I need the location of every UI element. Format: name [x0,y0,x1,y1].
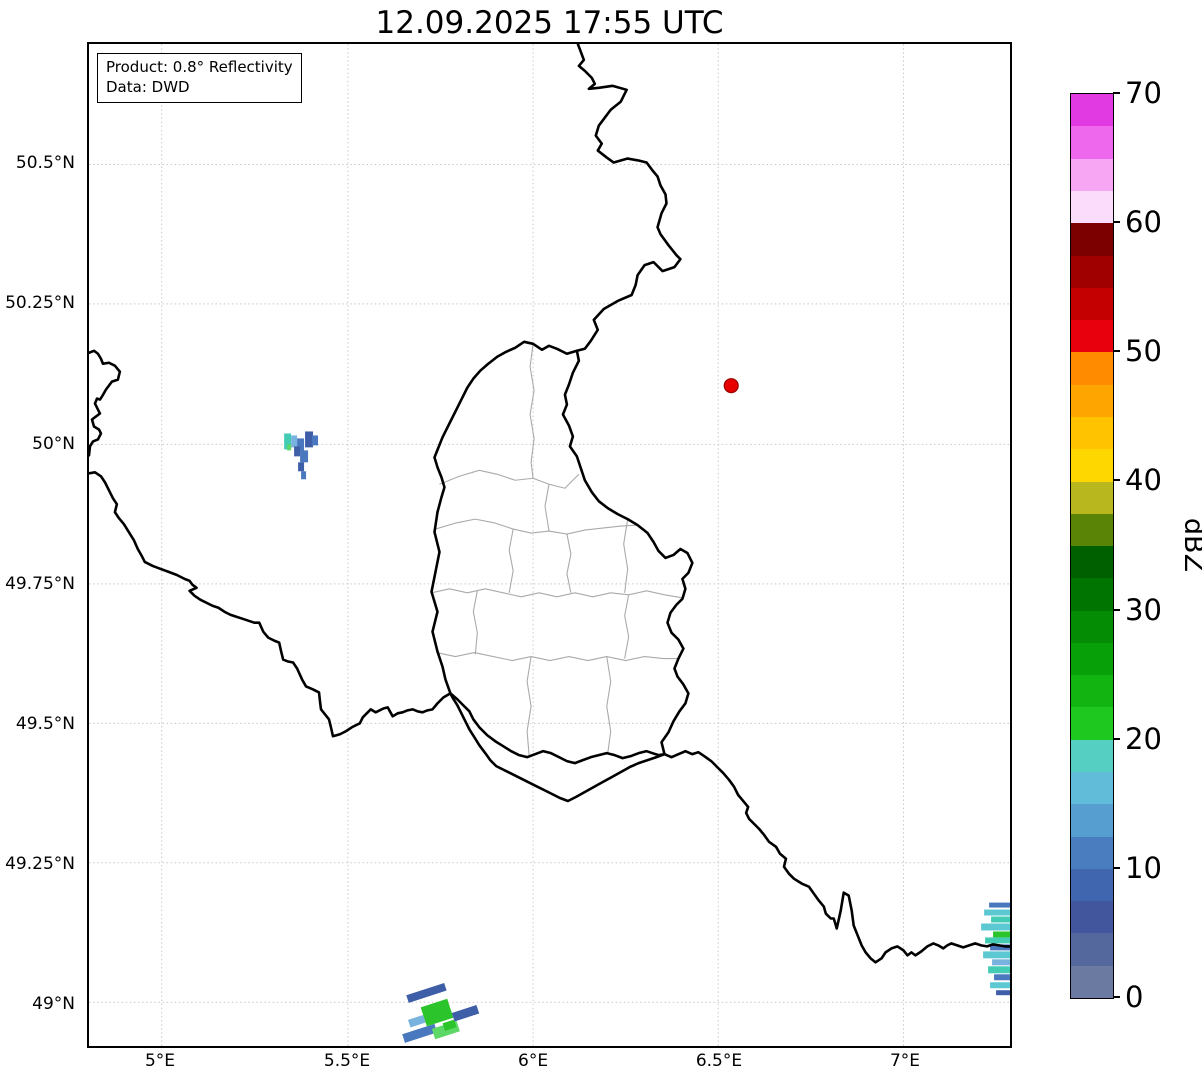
data-source-label: Data: DWD [106,77,190,96]
x-tick-label: 5.5°E [323,1051,371,1071]
radar-echo-west [284,431,319,480]
colorbar-tickmark [1113,608,1120,611]
colorbar-tickmark [1113,866,1120,869]
colorbar-tick-value: 20 [1125,721,1162,756]
figure-title: 12.09.2025 17:55 UTC [375,5,724,41]
colorbar-segment [1071,126,1113,159]
colorbar-segment [1071,675,1113,708]
colorbar-tickmark [1113,221,1120,224]
radar-echo-south [402,982,480,1043]
colorbar-segment [1071,481,1113,514]
colorbar-tick-value: 30 [1125,592,1162,627]
colorbar-tick-value: 10 [1125,850,1162,885]
luxembourg-border [430,340,694,803]
colorbar-segment [1071,739,1113,773]
canton-borders [431,343,683,756]
france-luxembourg-border [449,692,666,765]
colorbar-segment [1071,287,1113,321]
colorbar-segment [1071,610,1113,643]
colorbar-tickmark [1113,996,1120,998]
colorbar-segment [1071,965,1113,998]
colorbar-segment [1071,255,1113,288]
colorbar-segment [1071,642,1113,676]
colorbar-segment [1071,546,1113,579]
radar-figure: 12.09.2025 17:55 UTC Product: 0.8° Refle… [0,0,1202,1081]
colorbar-segment [1071,384,1113,417]
x-tick-label: 6.5°E [695,1051,743,1071]
colorbar-tick-value: 70 [1125,76,1162,110]
y-axis-tick-labels: 50.5°N 50.25°N 50°N 49.75°N 49.5°N 49.25°N 49°… [0,42,80,1048]
colorbar-tick-value: 50 [1125,334,1162,369]
grid-lines [89,44,1010,1046]
colorbar-tickmark [1113,92,1120,94]
colorbar-segment [1071,707,1113,740]
product-label: Product: 0.8° Reflectivity [106,58,293,76]
y-tick-label: 49°N [32,994,75,1015]
y-tick-label: 49.75°N [5,574,75,595]
y-tick-label: 49.5°N [15,714,75,735]
map-axes: Product: 0.8° Reflectivity Data: DWD [87,42,1012,1048]
x-tick-label: 6°E [518,1051,549,1071]
colorbar-tick-value: 40 [1125,463,1162,498]
colorbar [1070,93,1114,999]
colorbar-axis-label: dBZ [1178,517,1202,573]
y-tick-label: 50.5°N [15,153,75,174]
france-belgium-border [89,470,452,738]
colorbar-segment [1071,578,1113,611]
colorbar-segment [1071,352,1113,385]
colorbar-tickmark [1113,737,1120,740]
y-tick-label: 49.25°N [5,854,75,874]
colorbar-segment [1071,868,1113,902]
colorbar-segment [1071,933,1113,966]
colorbar-tick-value: 0 [1125,980,1144,1014]
x-axis-tick-labels: 5°E 5.5°E 6°E 6.5°E 7°E [87,1051,1012,1075]
colorbar-tickmark [1113,479,1120,482]
colorbar-segment [1071,901,1113,934]
colorbar-segment [1071,513,1113,547]
radar-site-marker [723,378,739,394]
radar-echo-east [981,902,1010,996]
colorbar-segment [1071,223,1113,256]
france-germany-border [663,749,1010,964]
colorbar-segment [1071,94,1113,127]
colorbar-tick-value: 60 [1125,205,1162,240]
colorbar-segment [1071,190,1113,224]
givet-salient-border [89,349,122,457]
colorbar-segment [1071,320,1113,353]
country-borders [89,44,1010,964]
y-tick-label: 50.25°N [5,292,75,313]
colorbar-segment [1071,158,1113,191]
colorbar-segment [1071,449,1113,482]
colorbar-segment [1071,416,1113,450]
colorbar-segment [1071,804,1113,837]
x-tick-label: 5°E [144,1051,175,1071]
colorbar-segment [1071,836,1113,869]
y-tick-label: 50°N [32,433,75,454]
colorbar-segment [1071,772,1113,805]
product-info-box: Product: 0.8° Reflectivity Data: DWD [97,53,302,103]
map-canvas [89,44,1010,1046]
belgium-germany-border [575,44,682,353]
colorbar-tickmark [1113,350,1120,353]
x-tick-label: 7°E [889,1051,920,1071]
